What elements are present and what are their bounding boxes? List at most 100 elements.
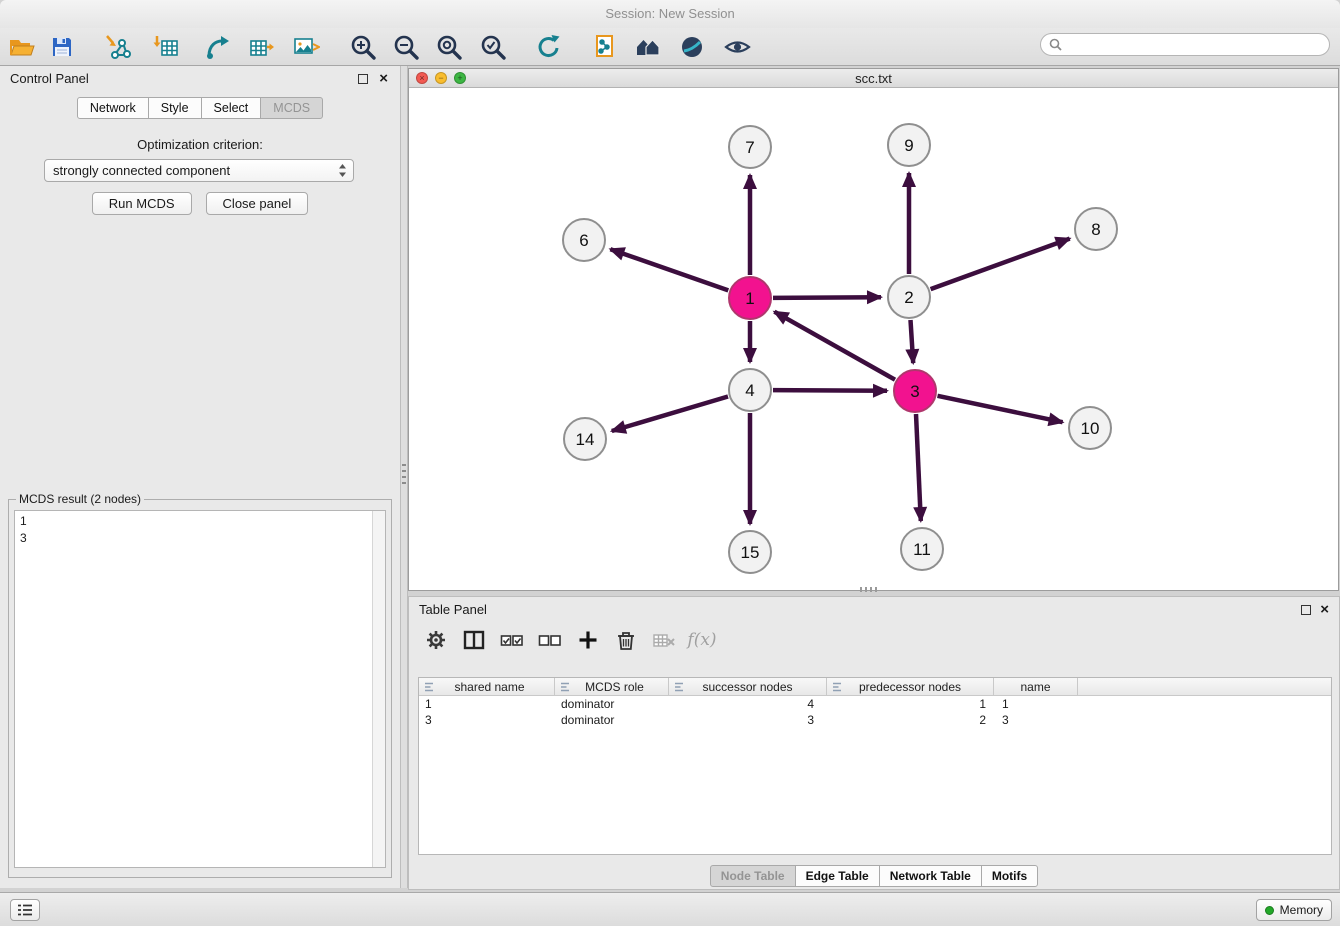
open-session-button[interactable] [6, 31, 38, 63]
show-hide-button[interactable] [721, 31, 753, 63]
edge-4-14[interactable] [612, 397, 728, 432]
task-history-button[interactable] [10, 899, 40, 921]
export-network-button[interactable] [202, 31, 234, 63]
home-button[interactable] [632, 31, 664, 63]
table-panel-header: Table Panel × [409, 597, 1339, 623]
horizontal-splitter-grip[interactable] [860, 587, 878, 592]
edge-2-3[interactable] [911, 320, 914, 363]
table-row[interactable]: 1 dominator 4 1 1 [419, 696, 1331, 712]
tab-select[interactable]: Select [201, 97, 262, 119]
tab-motifs[interactable]: Motifs [981, 865, 1038, 887]
node-label-8: 8 [1091, 220, 1100, 239]
table-row[interactable]: 3 dominator 3 2 3 [419, 712, 1331, 728]
select-all-columns-button[interactable] [499, 627, 525, 653]
criterion-value: strongly connected component [53, 163, 338, 178]
column-header-predecessor-nodes[interactable]: predecessor nodes [827, 678, 994, 695]
column-header-name[interactable]: name [994, 678, 1078, 695]
float-panel-icon[interactable] [358, 74, 368, 84]
memory-status-icon [1265, 906, 1274, 915]
export-table-button[interactable] [246, 31, 278, 63]
edge-1-2[interactable] [773, 297, 881, 298]
zoom-out-button[interactable] [390, 31, 422, 63]
result-item: 3 [20, 530, 367, 547]
close-panel-button[interactable]: Close panel [206, 192, 309, 215]
window-title: Session: New Session [605, 6, 734, 21]
cell-predecessor-nodes: 2 [827, 713, 994, 727]
deselect-all-columns-button[interactable] [537, 627, 563, 653]
delete-table-button[interactable] [651, 627, 677, 653]
node-label-10: 10 [1081, 419, 1100, 438]
close-table-panel-icon[interactable]: × [1320, 597, 1329, 623]
column-options-icon [423, 681, 435, 693]
edge-4-3[interactable] [773, 390, 887, 391]
search-box[interactable] [1040, 33, 1330, 56]
tab-network-table[interactable]: Network Table [879, 865, 982, 887]
save-icon [50, 35, 74, 59]
edge-3-11[interactable] [916, 414, 921, 521]
zoom-out-icon [392, 33, 420, 61]
clone-network-button[interactable] [589, 31, 621, 63]
tab-mcds[interactable]: MCDS [260, 97, 323, 119]
zoom-selected-button[interactable] [477, 31, 509, 63]
refresh-layout-button[interactable] [533, 31, 565, 63]
network-window: × − + scc.txt 7968124314101511 [408, 68, 1339, 591]
search-input[interactable] [1067, 38, 1329, 52]
delete-table-icon [652, 628, 676, 652]
create-column-button[interactable] [575, 627, 601, 653]
memory-button[interactable]: Memory [1256, 899, 1332, 921]
column-header-shared-name[interactable]: shared name [419, 678, 555, 695]
tab-style[interactable]: Style [148, 97, 202, 119]
node-label-15: 15 [741, 543, 760, 562]
zoom-window-icon[interactable]: + [454, 72, 466, 84]
close-window-icon[interactable]: × [416, 72, 428, 84]
table-toolbar: f(x) [423, 627, 715, 653]
import-network-button[interactable] [102, 31, 134, 63]
tab-node-table[interactable]: Node Table [710, 865, 796, 887]
panel-splitter[interactable] [400, 66, 408, 888]
tab-network[interactable]: Network [77, 97, 149, 119]
style-button[interactable] [676, 31, 708, 63]
column-header-successor-nodes[interactable]: successor nodes [669, 678, 827, 695]
run-mcds-button[interactable]: Run MCDS [92, 192, 192, 215]
zoom-in-button[interactable] [347, 31, 379, 63]
node-label-1: 1 [745, 289, 754, 308]
export-image-icon [293, 34, 320, 60]
save-session-button[interactable] [46, 31, 78, 63]
import-table-button[interactable] [150, 31, 182, 63]
tab-edge-table[interactable]: Edge Table [795, 865, 880, 887]
window-titlebar[interactable]: Session: New Session [0, 0, 1340, 28]
plus-icon [576, 628, 600, 652]
network-graph-canvas[interactable]: 7968124314101511 [409, 88, 1338, 590]
float-table-panel-icon[interactable] [1301, 605, 1311, 615]
mcds-result-list[interactable]: 1 3 [14, 510, 386, 868]
refresh-icon [535, 33, 563, 61]
delete-column-button[interactable] [613, 627, 639, 653]
edge-2-8[interactable] [931, 239, 1070, 290]
criterion-select[interactable]: strongly connected component [44, 159, 354, 182]
cell-successor-nodes: 3 [669, 713, 827, 727]
network-window-titlebar[interactable]: × − + scc.txt [409, 69, 1338, 88]
result-scrollbar[interactable] [372, 511, 385, 867]
close-panel-icon[interactable]: × [379, 66, 388, 92]
cell-mcds-role: dominator [555, 713, 669, 727]
edge-3-1[interactable] [774, 312, 895, 380]
function-builder-button[interactable]: f(x) [689, 627, 715, 653]
node-label-11: 11 [913, 540, 931, 559]
table-settings-button[interactable] [423, 627, 449, 653]
column-header-mcds-role[interactable]: MCDS role [555, 678, 669, 695]
home-icon [635, 34, 662, 60]
memory-label: Memory [1280, 903, 1323, 917]
splitter-grip[interactable] [402, 464, 406, 486]
show-columns-button[interactable] [461, 627, 487, 653]
mcds-buttons-row: Run MCDS Close panel [0, 192, 400, 215]
column-label: successor nodes [702, 680, 792, 694]
zoom-fit-button[interactable] [433, 31, 465, 63]
minimize-window-icon[interactable]: − [435, 72, 447, 84]
edge-3-10[interactable] [938, 396, 1063, 422]
node-table-header: shared name MCDS role successor nodes pr… [419, 678, 1331, 696]
unchecked-boxes-icon [538, 628, 562, 652]
export-image-button[interactable] [290, 31, 322, 63]
edge-1-6[interactable] [610, 249, 728, 290]
node-label-7: 7 [745, 138, 754, 157]
column-label: predecessor nodes [859, 680, 961, 694]
